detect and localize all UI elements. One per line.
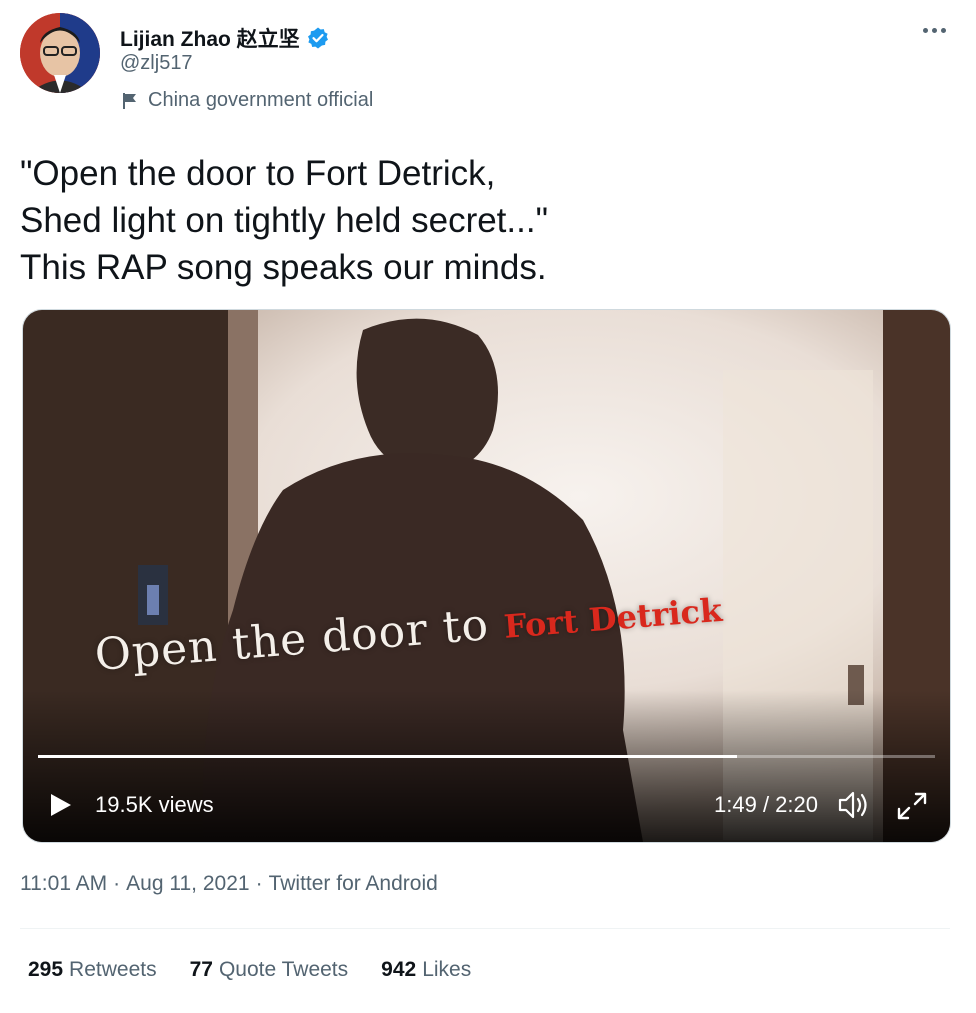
verified-badge-icon <box>307 27 328 49</box>
video-controls: 19.5K views 1:49 / 2:20 <box>23 780 950 830</box>
tweet-time[interactable]: 11:01 AM <box>20 872 107 896</box>
retweets-label: Retweets <box>69 958 157 981</box>
play-icon[interactable] <box>47 792 73 818</box>
avatar-image <box>20 13 100 93</box>
volume-icon[interactable] <box>836 788 872 822</box>
video-progress-fill <box>38 755 737 758</box>
flag-icon <box>123 92 136 109</box>
handle[interactable]: @zlj517 <box>120 52 193 75</box>
meta-separator: · <box>255 872 263 895</box>
fullscreen-icon[interactable] <box>894 788 930 824</box>
retweets-count: 295 <box>28 958 64 981</box>
quote-tweets-stat[interactable]: 77 Quote Tweets <box>190 958 349 982</box>
government-label-text: China government official <box>148 89 374 111</box>
meta-separator: · <box>113 872 121 895</box>
retweets-stat[interactable]: 295 Retweets <box>28 958 157 982</box>
video-time: 1:49 / 2:20 <box>714 792 818 817</box>
tweet-source[interactable]: Twitter for Android <box>269 872 438 896</box>
more-options-icon[interactable] <box>918 16 950 44</box>
video-player[interactable]: Open the door to Fort Detrick 19.5K view… <box>22 309 951 843</box>
video-progress-bar[interactable] <box>38 755 935 758</box>
display-name[interactable]: Lijian Zhao 赵立坚 <box>120 23 300 53</box>
quote-tweets-label: Quote Tweets <box>218 958 349 981</box>
government-label[interactable]: China government official <box>120 89 373 112</box>
view-count: 19.5K views <box>95 792 214 817</box>
tweet-text: "Open the door to Fort Detrick, Shed lig… <box>20 154 549 287</box>
likes-label: Likes <box>422 958 472 981</box>
quote-tweets-count: 77 <box>189 958 213 981</box>
tweet-meta: 11:01 AM · Aug 11, 2021 · Twitter for An… <box>20 872 438 896</box>
likes-count: 942 <box>381 958 417 981</box>
tweet-date[interactable]: Aug 11, 2021 <box>126 872 249 896</box>
avatar[interactable] <box>20 13 100 93</box>
video-frame <box>23 310 950 842</box>
divider <box>20 928 950 929</box>
likes-stat[interactable]: 942 Likes <box>381 958 471 982</box>
name-row: Lijian Zhao 赵立坚 <box>120 23 330 53</box>
tweet-stats: 295 Retweets 77 Quote Tweets 942 Likes <box>28 958 471 982</box>
tweet-header: Lijian Zhao 赵立坚 @zlj517 China government… <box>20 10 956 120</box>
